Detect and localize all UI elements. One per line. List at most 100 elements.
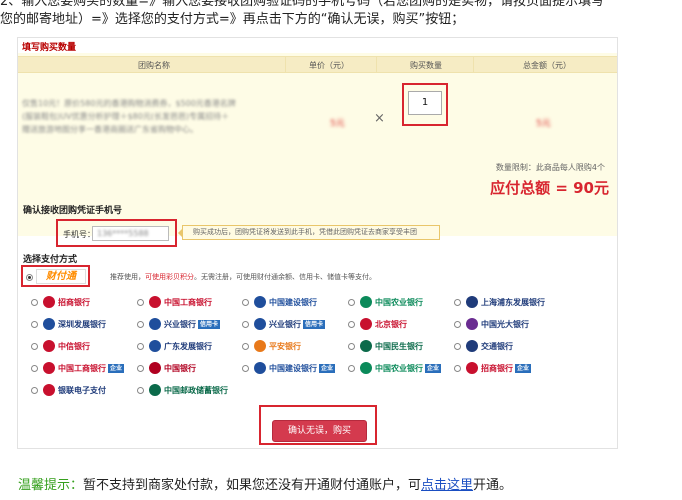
bank-name: 北京银行 [375, 320, 407, 329]
bank-radio[interactable] [31, 365, 38, 372]
phone-input[interactable]: 136****5588 [92, 226, 169, 241]
bank-name: 深圳发展银行 [58, 320, 106, 329]
bank-radio[interactable] [348, 365, 355, 372]
instructions-line-1: 2、输入您要购买的数量=》输入您要接收团购验证码的手机号码（若您团购的是实物，请… [0, 0, 605, 9]
bank-badge: 企业 [425, 364, 442, 373]
bank-option[interactable]: 招商银行 企业 [466, 361, 556, 376]
bank-logo-icon [149, 317, 161, 330]
bank-radio[interactable] [454, 343, 461, 350]
bank-option[interactable]: 中国农业银行 [360, 295, 450, 310]
bank-option[interactable]: 广东发展银行 [149, 339, 239, 354]
bank-logo-icon [43, 361, 55, 374]
bank-option[interactable]: 深圳发展银行 [43, 317, 133, 332]
bank-name: 中国工商银行 [58, 364, 106, 373]
bank-radio[interactable] [137, 365, 144, 372]
bank-logo-icon [43, 295, 55, 308]
tenpay-logo: 财付通 [36, 269, 86, 284]
bank-option[interactable]: 兴业银行 信用卡 [149, 317, 239, 332]
bank-radio[interactable] [242, 321, 249, 328]
bank-radio[interactable] [31, 321, 38, 328]
bank-name: 兴业银行 [269, 320, 301, 329]
col-header-total: 总金额（元） [523, 61, 571, 70]
bank-option[interactable]: 中国民生银行 [360, 339, 450, 354]
bank-option[interactable]: 银联电子支付 [43, 383, 133, 398]
bank-name: 中国邮政储蓄银行 [164, 386, 228, 395]
bank-radio[interactable] [242, 365, 249, 372]
tenpay-note-suffix: 。无需注册，可使用财付通余额、信用卡、储值卡等支付。 [194, 273, 376, 281]
bank-logo-icon [149, 361, 161, 374]
bank-logo-icon [466, 317, 478, 330]
bank-option[interactable]: 交通银行 [466, 339, 556, 354]
footer-note: 温馨提示：暂不支持到商家处付款，如果您还没有开通财付通账户，可点击这里开通。 [18, 474, 512, 493]
tenpay-note-highlight: 可使用彩贝积分 [145, 273, 194, 281]
unit-price: 5元 [330, 119, 345, 129]
bank-radio[interactable] [454, 321, 461, 328]
bank-option[interactable]: 中国银行 [149, 361, 239, 376]
bank-option[interactable]: 中国建设银行 [254, 295, 344, 310]
bank-radio[interactable] [137, 321, 144, 328]
bank-option[interactable]: 中国建设银行 企业 [254, 361, 344, 376]
bank-option[interactable]: 上海浦东发展银行 [466, 295, 556, 310]
bank-radio[interactable] [242, 343, 249, 350]
bank-logo-icon [43, 339, 55, 352]
bank-logo-icon [149, 383, 161, 396]
bank-option[interactable]: 中国工商银行 企业 [43, 361, 133, 376]
bank-name: 中信银行 [58, 342, 90, 351]
bank-option[interactable]: 中国工商银行 [149, 295, 239, 310]
bank-logo-icon [360, 295, 372, 308]
bank-radio[interactable] [31, 387, 38, 394]
bank-radio[interactable] [348, 321, 355, 328]
bank-name: 中国银行 [164, 364, 196, 373]
bank-option[interactable]: 中国农业银行 企业 [360, 361, 450, 376]
bank-radio[interactable] [137, 343, 144, 350]
bank-option[interactable]: 中国邮政储蓄银行 [149, 383, 239, 398]
footer-text: 暂不支持到商家处付款，如果您还没有开通财付通账户，可 [83, 478, 422, 493]
confirm-purchase-button[interactable]: 确认无误，购买 [272, 420, 367, 442]
col-header-name: 团购名称 [138, 61, 170, 70]
bank-name: 中国农业银行 [375, 364, 423, 373]
order-section-title: 填写购买数量 [22, 43, 77, 53]
bank-badge: 信用卡 [198, 320, 221, 329]
bank-badge: 企业 [108, 364, 125, 373]
bank-logo-icon [149, 339, 161, 352]
bank-badge: 企业 [515, 364, 532, 373]
bank-radio[interactable] [31, 343, 38, 350]
col-header-price: 单价（元） [309, 61, 349, 70]
payment-section-title: 选择支付方式 [23, 255, 78, 265]
bank-logo-icon [149, 295, 161, 308]
bank-option[interactable]: 北京银行 [360, 317, 450, 332]
bank-name: 中国民生银行 [375, 342, 423, 351]
quantity-input[interactable]: 1 [408, 91, 442, 115]
bank-option[interactable]: 招商银行 [43, 295, 133, 310]
phone-label: 手机号： [63, 230, 95, 239]
bank-radio[interactable] [348, 343, 355, 350]
bank-name: 上海浦东发展银行 [481, 298, 545, 307]
bank-logo-icon [254, 295, 266, 308]
bank-logo-icon [466, 339, 478, 352]
bank-logo-icon [360, 361, 372, 374]
bank-name: 招商银行 [58, 298, 90, 307]
bank-option[interactable]: 平安银行 [254, 339, 344, 354]
bank-name: 银联电子支付 [58, 386, 106, 395]
open-account-link[interactable]: 点击这里 [421, 478, 473, 493]
order-table-header: 团购名称 单价（元） 购买数量 总金额（元） [18, 56, 617, 73]
bank-radio[interactable] [454, 365, 461, 372]
bank-name: 兴业银行 [164, 320, 196, 329]
bank-radio[interactable] [348, 299, 355, 306]
bank-name: 广东发展银行 [164, 342, 212, 351]
bank-radio[interactable] [242, 299, 249, 306]
bank-logo-icon [466, 295, 478, 308]
bank-radio[interactable] [31, 299, 38, 306]
bank-option[interactable]: 兴业银行 信用卡 [254, 317, 344, 332]
bank-radio[interactable] [454, 299, 461, 306]
bank-option[interactable]: 中国光大银行 [466, 317, 556, 332]
purchase-limit: 数量限制：此商品每人限购4个 [495, 163, 605, 172]
bank-name: 中国光大银行 [481, 320, 529, 329]
bank-option[interactable]: 中信银行 [43, 339, 133, 354]
bank-name: 中国工商银行 [164, 298, 212, 307]
multiply-sign: × [374, 111, 385, 126]
bank-logo-icon [43, 383, 55, 396]
col-header-quantity: 购买数量 [410, 61, 442, 70]
bank-radio[interactable] [137, 387, 144, 394]
bank-radio[interactable] [137, 299, 144, 306]
